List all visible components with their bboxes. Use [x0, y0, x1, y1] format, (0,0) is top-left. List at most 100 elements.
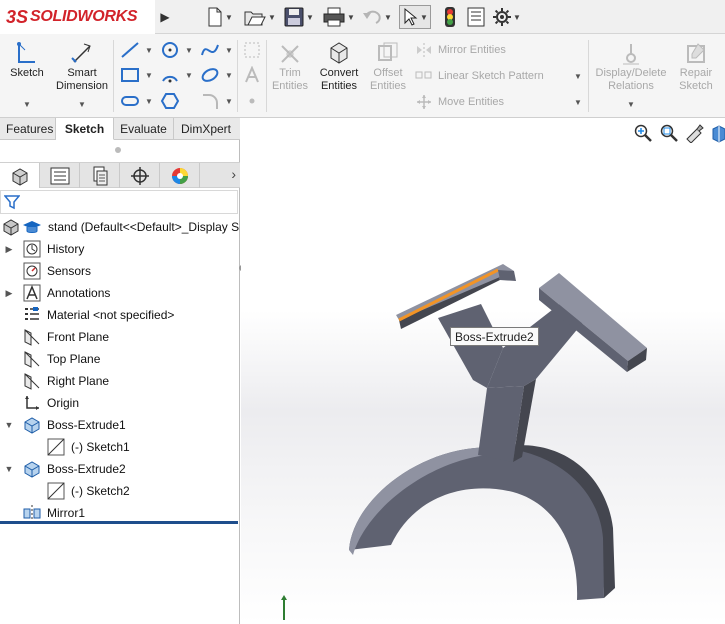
chevron-down-icon[interactable]: ▼ [145, 46, 153, 55]
plane-icon [24, 351, 40, 368]
circle-button[interactable] [158, 40, 182, 60]
move-entities-button[interactable]: Move Entities [414, 92, 504, 112]
fillet-button[interactable] [198, 91, 222, 111]
chevron-down-icon[interactable]: ▼ [420, 13, 428, 22]
linear-sketch-pattern-button[interactable]: Linear Sketch Pattern [414, 66, 544, 86]
chevron-down-icon[interactable]: ▼ [347, 13, 355, 22]
collapse-arrow-icon[interactable]: ▼ [3, 420, 15, 430]
tree-item-history[interactable]: ▶ History [0, 238, 240, 260]
chevron-down-icon[interactable]: ▼ [185, 71, 193, 80]
construction-geometry-button[interactable] [240, 40, 264, 60]
dimxpertmanager-icon [130, 166, 149, 185]
tree-item-sensors[interactable]: Sensors [0, 260, 240, 282]
mirror-icon [23, 505, 41, 521]
construction-geometry-icon [244, 42, 260, 58]
sketch-dropdown-arrow[interactable]: ▼ [23, 100, 31, 109]
extrude-icon [24, 461, 40, 478]
save-button[interactable]: ▼ [284, 5, 314, 29]
chevron-down-icon[interactable]: ▼ [225, 46, 233, 55]
solidworks-logo[interactable]: 3S SOLIDWORKS [0, 0, 155, 34]
point-button[interactable] [240, 91, 264, 111]
tree-root-part[interactable]: stand (Default<<Default>_Display S [0, 216, 240, 238]
rollback-bar[interactable] [0, 521, 238, 524]
line-button[interactable] [118, 40, 142, 60]
mirror-entities-button[interactable]: Mirror Entities [414, 40, 506, 60]
relations-dropdown-arrow[interactable]: ▼ [627, 100, 635, 109]
new-document-button[interactable]: ▼ [207, 5, 233, 29]
tree-item-origin[interactable]: Origin [0, 392, 240, 414]
configurationmanager-tab[interactable] [80, 163, 120, 188]
tree-item-right-plane[interactable]: Right Plane [0, 370, 240, 392]
options-icon [493, 8, 511, 26]
linear-sketch-pattern-dropdown-arrow[interactable]: ▼ [574, 72, 582, 81]
smart-dimension-dropdown-arrow[interactable]: ▼ [78, 100, 86, 109]
chevron-right-icon[interactable]: › [231, 166, 236, 182]
dimxpertmanager-tab[interactable] [120, 163, 160, 188]
arc-button[interactable] [158, 65, 182, 85]
tree-filter[interactable] [0, 190, 238, 214]
smart-dimension-icon [71, 43, 91, 63]
chevron-down-icon[interactable]: ▼ [145, 71, 153, 80]
move-entities-dropdown-arrow[interactable]: ▼ [574, 98, 582, 107]
undo-button[interactable]: ▼ [362, 5, 392, 29]
tab-sketch[interactable]: Sketch [56, 118, 114, 140]
tree-item-top-plane[interactable]: Top Plane [0, 348, 240, 370]
tree-item-sketch1[interactable]: (-) Sketch1 [0, 436, 240, 458]
chevron-down-icon[interactable]: ▼ [225, 97, 233, 106]
expand-arrow-icon[interactable]: ▶ [3, 288, 15, 299]
print-button[interactable]: ▼ [323, 5, 355, 29]
configurationmanager-icon [93, 166, 107, 185]
tree-item-material[interactable]: Material <not specified> [0, 304, 240, 326]
chevron-down-icon[interactable]: ▼ [145, 97, 153, 106]
plane-icon [24, 329, 40, 346]
collapse-arrow-icon[interactable]: ▼ [3, 464, 15, 474]
displaymanager-icon [171, 167, 188, 184]
chevron-down-icon[interactable]: ▼ [185, 46, 193, 55]
polygon-button[interactable] [158, 91, 182, 111]
chevron-down-icon[interactable]: ▼ [268, 13, 276, 22]
tab-dimxpert[interactable]: DimXpert [174, 118, 238, 140]
tree-item-front-plane[interactable]: Front Plane [0, 326, 240, 348]
tree-item-boss-extrude2[interactable]: ▼ Boss-Extrude2 [0, 458, 240, 480]
convert-entities-button[interactable]: Convert Entities [314, 38, 364, 93]
panel-grip[interactable] [115, 147, 121, 153]
sketch-button[interactable]: Sketch [6, 38, 48, 80]
menu-expand-icon[interactable]: ▶ [157, 6, 173, 28]
feature-tooltip: Boss-Extrude2 [450, 327, 539, 346]
rectangle-button[interactable] [118, 65, 142, 85]
file-properties-button[interactable] [467, 5, 485, 29]
open-button[interactable]: ▼ [244, 5, 276, 29]
select-button[interactable]: ▼ [399, 5, 431, 29]
tree-item-boss-extrude1[interactable]: ▼ Boss-Extrude1 [0, 414, 240, 436]
propertymanager-tab[interactable] [40, 163, 80, 188]
material-icon [25, 307, 39, 320]
ellipse-button[interactable] [198, 65, 222, 85]
tree-item-sketch2[interactable]: (-) Sketch2 [0, 480, 240, 502]
display-delete-relations-icon [623, 44, 639, 65]
rebuild-button[interactable] [443, 5, 457, 29]
undo-icon [363, 10, 381, 24]
featuremanager-tab[interactable] [0, 163, 40, 188]
chevron-down-icon[interactable]: ▼ [513, 13, 521, 22]
chevron-down-icon[interactable]: ▼ [225, 71, 233, 80]
chevron-down-icon[interactable]: ▼ [306, 13, 314, 22]
tab-evaluate[interactable]: Evaluate [114, 118, 174, 140]
options-button[interactable]: ▼ [493, 5, 521, 29]
chevron-down-icon[interactable]: ▼ [225, 13, 233, 22]
filter-icon [3, 195, 21, 210]
expand-arrow-icon[interactable]: ▶ [3, 244, 15, 255]
offset-entities-button[interactable]: Offset Entities [366, 38, 410, 93]
slot-button[interactable] [118, 91, 142, 111]
trim-entities-button[interactable]: Trim Entities [268, 38, 312, 93]
graphics-area[interactable]: Boss-Extrude2 [241, 118, 725, 624]
tree-item-annotations[interactable]: ▶ Annotations [0, 282, 240, 304]
repair-sketch-button[interactable]: Repair Sketch [674, 38, 718, 93]
model-stand[interactable] [241, 118, 725, 624]
tab-features[interactable]: Features [0, 118, 56, 140]
display-delete-relations-button[interactable]: Display/Delete Relations [590, 38, 672, 93]
spline-button[interactable] [198, 40, 222, 60]
text-button[interactable] [240, 65, 264, 85]
smart-dimension-button[interactable]: Smart Dimension [52, 38, 112, 93]
displaymanager-tab[interactable] [160, 163, 200, 188]
chevron-down-icon[interactable]: ▼ [384, 13, 392, 22]
